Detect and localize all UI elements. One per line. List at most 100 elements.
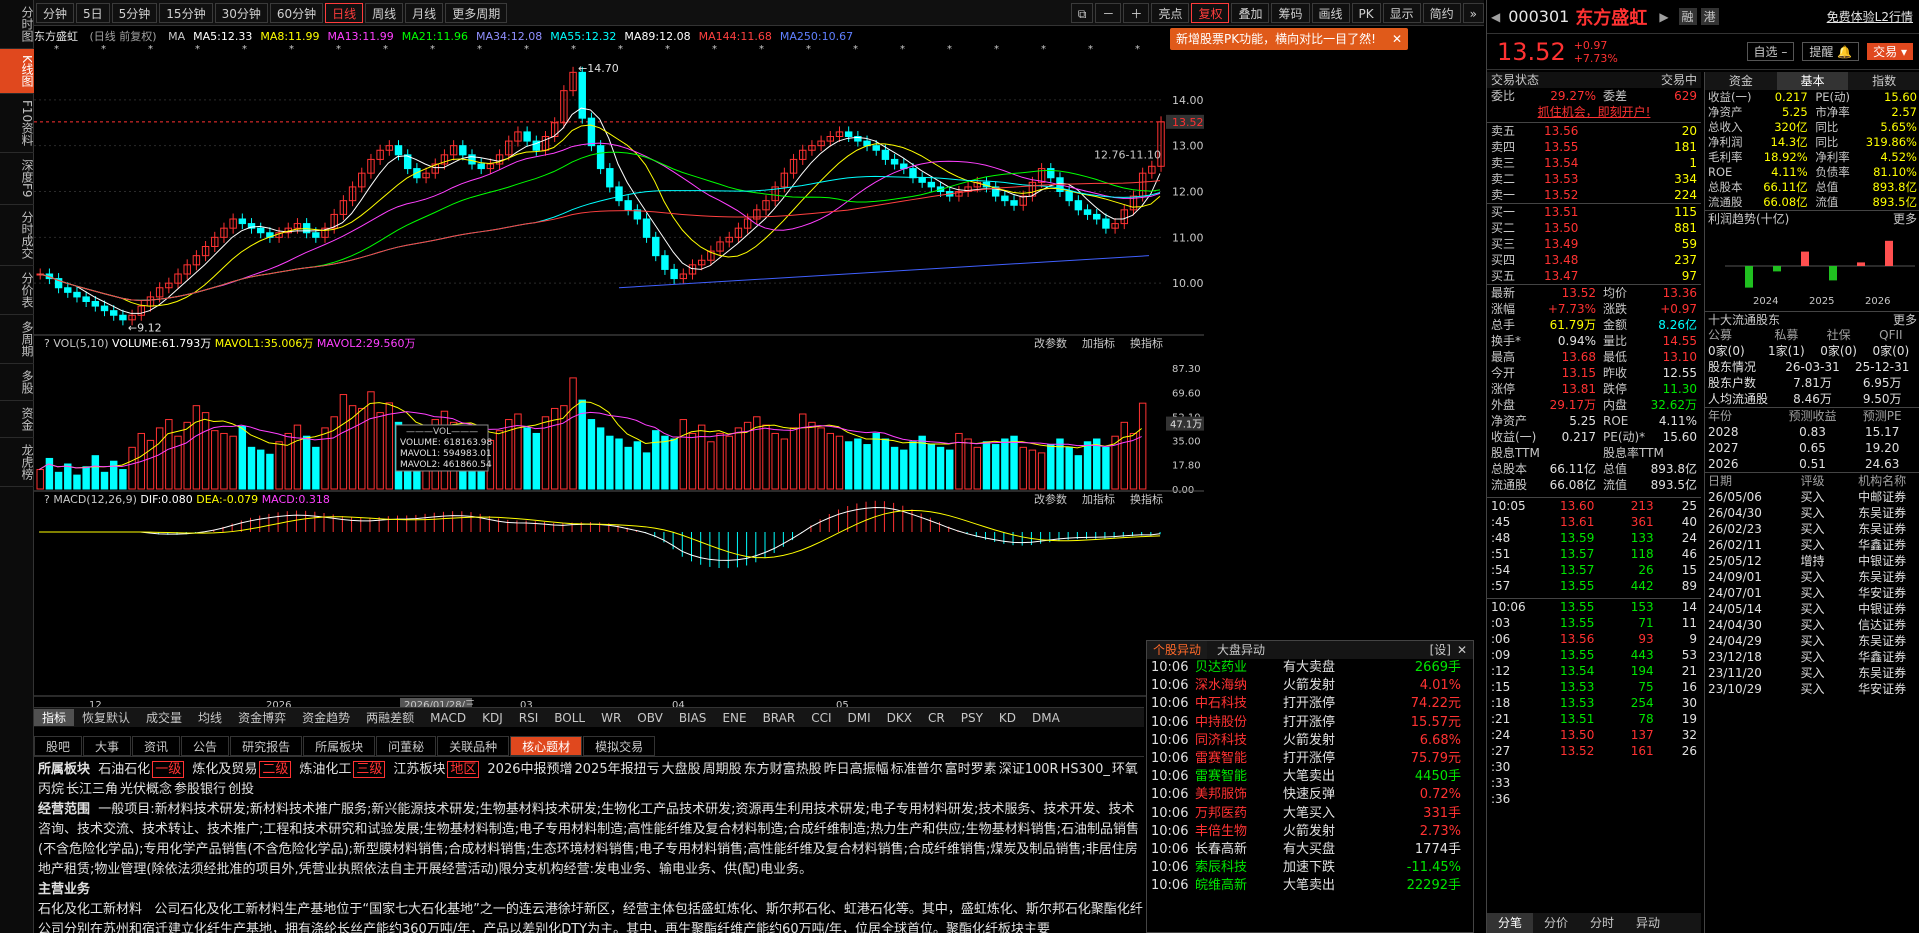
sector-tag[interactable]: 深证100R: [999, 762, 1059, 777]
sector-tag[interactable]: 2026中报预增: [487, 762, 572, 777]
nav-item-3[interactable]: 深度F9: [0, 153, 34, 205]
period-tab-4[interactable]: 30分钟: [214, 2, 268, 23]
indicator-tab-7[interactable]: MACD: [422, 711, 474, 725]
close-icon[interactable]: ✕: [1457, 641, 1473, 659]
fund-tab-1[interactable]: 基本: [1776, 72, 1849, 90]
period-tab-9[interactable]: 更多周期: [445, 2, 508, 23]
more-link[interactable]: 更多: [1893, 211, 1917, 226]
indicator-tab-11[interactable]: WR: [593, 711, 629, 725]
anomaly-row[interactable]: 10:06 雷赛智能 打开涨停 75.79元: [1147, 750, 1473, 768]
nav-item-4[interactable]: 分时成交: [0, 205, 34, 266]
indicator-tab-9[interactable]: RSI: [511, 711, 547, 725]
sector-tag[interactable]: 周期股: [703, 762, 742, 777]
fund-tab-2[interactable]: 指数: [1848, 72, 1919, 90]
period-tab-6[interactable]: 日线: [325, 2, 364, 23]
f10-tab-7[interactable]: 关联品种: [437, 735, 510, 756]
more-link[interactable]: 更多: [1893, 312, 1917, 327]
f10-tab-3[interactable]: 公告: [181, 735, 230, 756]
kline-chart[interactable]: 14.00 13.00 12.00 11.00 10.00 13.52 ←14.70 ←9.1…: [34, 44, 1484, 724]
tool-btn-1[interactable]: 复权: [1191, 2, 1230, 23]
buy-level[interactable]: 买四 13.48 237: [1487, 252, 1701, 268]
tool-btn-5[interactable]: PK: [1351, 2, 1381, 23]
anomaly-row[interactable]: 10:06 长春高新 有大买盘 1774手: [1147, 841, 1473, 859]
indicator-tab-2[interactable]: 成交量: [138, 709, 190, 726]
sell-level[interactable]: 卖一 13.52 224: [1487, 187, 1701, 203]
nav-item-7[interactable]: 多股: [0, 364, 34, 401]
anomaly-row[interactable]: 10:06 中石科技 打开涨停 74.22元: [1147, 695, 1473, 713]
tool-btn-7[interactable]: 简约: [1422, 2, 1461, 23]
nav-item-0[interactable]: 分时图: [0, 0, 34, 49]
sector-tag[interactable]: 大盘股: [662, 762, 701, 777]
prev-stock-icon[interactable]: ◀: [1491, 10, 1500, 24]
indicator-tab-21[interactable]: KD: [991, 711, 1024, 725]
next-stock-icon[interactable]: ▶: [1659, 10, 1668, 24]
sector-tag[interactable]: 炼化及贸易: [192, 762, 257, 777]
f10-tab-4[interactable]: 研究报告: [230, 735, 303, 756]
indicator-tab-20[interactable]: PSY: [953, 711, 991, 725]
tick-tab-3[interactable]: 异动: [1625, 913, 1671, 933]
anomaly-row[interactable]: 10:06 万邦医药 大笔买入 331手: [1147, 805, 1473, 823]
anomaly-row[interactable]: 10:06 贝达药业 有大卖盘 2669手: [1147, 659, 1473, 677]
indicator-tab-10[interactable]: BOLL: [546, 711, 593, 725]
sell-level[interactable]: 卖三 13.54 1: [1487, 155, 1701, 171]
tick-tab-1[interactable]: 分价: [1533, 913, 1579, 933]
tool-btn-2[interactable]: 叠加: [1231, 2, 1270, 23]
l2-trial-link[interactable]: 免费体验L2行情: [1827, 8, 1913, 25]
sector-tag[interactable]: 参股银行: [174, 782, 226, 797]
sector-tag[interactable]: 炼油化工: [299, 762, 351, 777]
indicator-tab-4[interactable]: 资金博弈: [230, 709, 294, 726]
tick-tab-0[interactable]: 分笔: [1487, 913, 1534, 933]
f10-tab-8[interactable]: 核心题材: [510, 735, 583, 756]
trade-button[interactable]: 交易 ▾: [1867, 43, 1913, 60]
zoom-in-icon[interactable]: ＋: [1123, 2, 1150, 23]
tab-market-anomaly[interactable]: 大盘异动: [1207, 641, 1275, 659]
sector-tag[interactable]: 地区: [447, 761, 480, 778]
nav-item-8[interactable]: 资金: [0, 401, 34, 438]
f10-tab-1[interactable]: 大事: [83, 735, 132, 756]
sector-tag[interactable]: 创投: [228, 782, 254, 797]
indicator-tab-5[interactable]: 资金趋势: [294, 709, 358, 726]
nav-item-2[interactable]: F10资料: [0, 94, 34, 154]
nav-item-9[interactable]: 龙虎榜: [0, 438, 34, 487]
period-tab-2[interactable]: 5分钟: [111, 2, 158, 23]
sell-level[interactable]: 卖五 13.56 20: [1487, 123, 1701, 139]
sector-tag[interactable]: HS300_: [1061, 762, 1110, 777]
f10-tab-9[interactable]: 模拟交易: [583, 735, 656, 756]
indicator-tab-0[interactable]: 指标: [34, 709, 75, 726]
sector-tag[interactable]: 石油石化: [98, 762, 150, 777]
sector-tag[interactable]: 光伏概念: [120, 782, 172, 797]
indicator-tab-12[interactable]: OBV: [629, 711, 671, 725]
anomaly-row[interactable]: 10:06 同济科技 火箭发射 6.68%: [1147, 732, 1473, 750]
sector-tag[interactable]: 标准普尔: [891, 762, 943, 777]
indicator-tab-3[interactable]: 均线: [190, 709, 230, 726]
nav-item-6[interactable]: 多周期: [0, 315, 34, 364]
period-tab-8[interactable]: 月线: [405, 2, 444, 23]
sector-tag[interactable]: 富时罗素: [945, 762, 997, 777]
buy-level[interactable]: 买三 13.49 59: [1487, 236, 1701, 252]
watchlist-button[interactable]: 自选 –: [1746, 42, 1795, 61]
rong-badge[interactable]: 融: [1678, 8, 1697, 25]
sector-tag[interactable]: 三级: [353, 761, 386, 778]
indicator-tab-19[interactable]: CR: [920, 711, 953, 725]
sector-tag[interactable]: 二级: [259, 761, 292, 778]
sector-tag[interactable]: 长江三角: [66, 782, 118, 797]
anomaly-row[interactable]: 10:06 雷赛智能 大笔卖出 4450手: [1147, 768, 1473, 786]
indicator-tab-13[interactable]: BIAS: [671, 711, 715, 725]
anomaly-row[interactable]: 10:06 深水海纳 火箭发射 4.01%: [1147, 677, 1473, 695]
anomaly-row[interactable]: 10:06 中持股份 打开涨停 15.57元: [1147, 714, 1473, 732]
remind-button[interactable]: 提醒 🔔: [1802, 42, 1860, 61]
indicator-tab-1[interactable]: 恢复默认: [74, 709, 138, 726]
indicator-tab-16[interactable]: CCI: [803, 711, 839, 725]
tick-tab-2[interactable]: 分时: [1579, 913, 1625, 933]
sector-tag[interactable]: 江苏板块: [393, 762, 445, 777]
indicator-tab-18[interactable]: DKX: [879, 711, 920, 725]
anomaly-row[interactable]: 10:06 丰倍生物 火箭发射 2.73%: [1147, 823, 1473, 841]
fund-tab-0[interactable]: 资金: [1705, 72, 1777, 90]
period-tab-7[interactable]: 周线: [365, 2, 404, 23]
gang-badge[interactable]: 港: [1700, 8, 1719, 25]
f10-tab-5[interactable]: 所属板块: [303, 735, 376, 756]
buy-level[interactable]: 买一 13.51 115: [1487, 204, 1701, 220]
f10-tab-0[interactable]: 股吧: [34, 735, 83, 756]
sell-level[interactable]: 卖四 13.55 181: [1487, 139, 1701, 155]
tool-btn-6[interactable]: 显示: [1382, 2, 1421, 23]
